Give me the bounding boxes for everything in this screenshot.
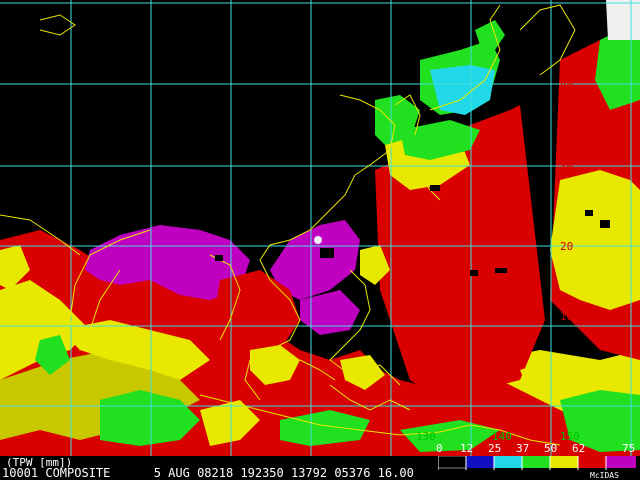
lat-label-40: 40: [560, 78, 574, 91]
lat-label-20: 20: [560, 240, 574, 253]
lon-label-150: 150: [560, 430, 580, 443]
lat-label-10: 10: [560, 310, 574, 323]
image-header-text: 10001 COMPOSITE 5 AUG 08218 192350 13792…: [2, 466, 414, 480]
colorbar-segment-2: [494, 456, 522, 468]
colorbar-tick-37: 37: [516, 442, 530, 455]
colorbar-segment-3: [522, 456, 550, 468]
lon-label-130: 130: [416, 430, 436, 443]
colorbar-segment-0: [438, 456, 467, 469]
colorbar-segment-1: [466, 456, 494, 468]
colorbar-segment-5: [578, 456, 606, 468]
colorbar-segment-6: [606, 456, 636, 468]
typhoon-core: [314, 236, 322, 244]
colorbar-tick-62: 62: [572, 442, 586, 455]
colorbar-tick-25: 25: [488, 442, 502, 455]
tpw-east-top-white: [606, 0, 640, 40]
colorbar-segment-4: [550, 456, 578, 468]
satellite-image-frame: 40 30 20 10 130 140 150 (TPW [mm]) 10001…: [0, 0, 640, 480]
software-credit: McIDAS: [590, 471, 619, 480]
colorbar-tick-12: 12: [460, 442, 474, 455]
lat-label-30: 30: [560, 160, 574, 173]
colorbar-tick-50: 50: [544, 442, 558, 455]
tpw-composite-map: [0, 0, 640, 456]
colorbar-tick-0: 0: [436, 442, 443, 455]
lon-label-140: 140: [492, 430, 512, 443]
colorbar-tick-75: 75: [622, 442, 636, 455]
